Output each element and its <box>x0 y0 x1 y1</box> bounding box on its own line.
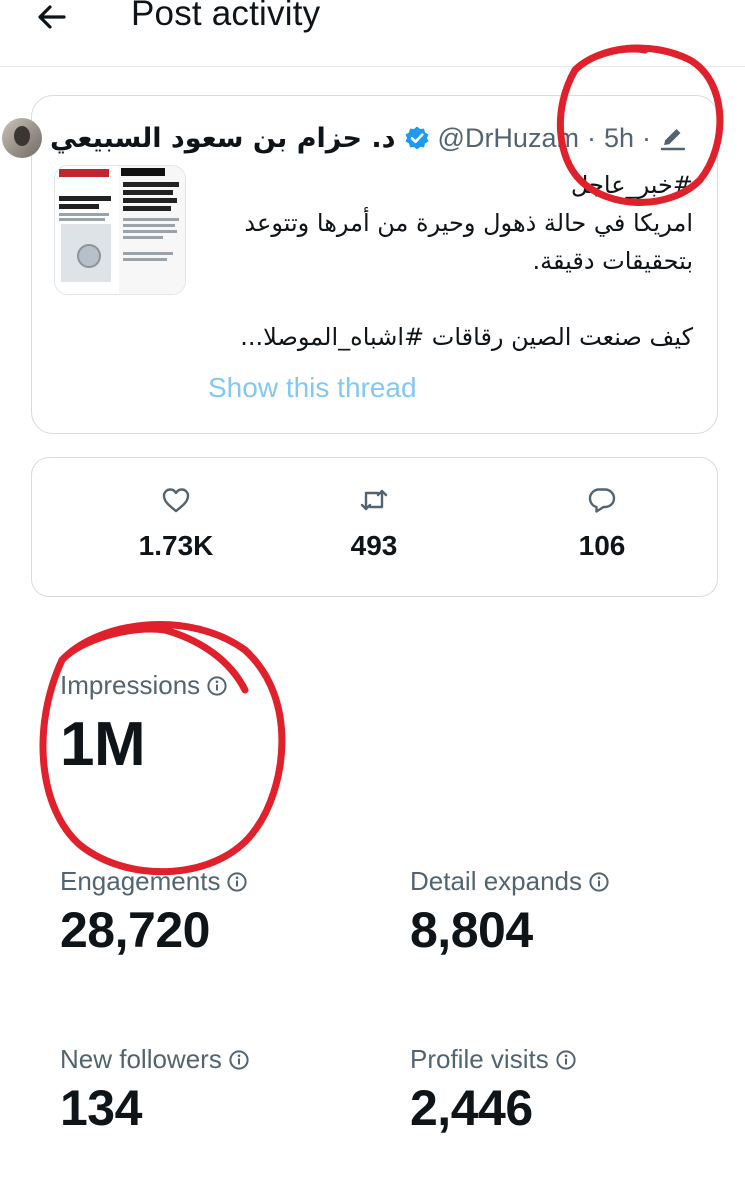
post-separator: · <box>642 122 651 153</box>
new-followers-metric: New followers 134 <box>60 1044 250 1137</box>
post-time: 5h <box>603 122 634 153</box>
info-icon[interactable] <box>588 871 610 893</box>
thumbnail-source-logo <box>121 168 165 176</box>
info-icon[interactable] <box>555 1049 577 1071</box>
profile-visits-value: 2,446 <box>410 1080 533 1136</box>
thumbnail-headline <box>59 196 111 201</box>
thumbnail-text-line <box>123 230 177 233</box>
post-text: #خبر_عاجل امريكا في حالة ذهول وحيرة من أ… <box>193 166 693 356</box>
verified-badge-icon <box>405 126 429 150</box>
heart-icon <box>162 488 190 513</box>
engagements-value: 28,720 <box>60 902 210 958</box>
avatar[interactable] <box>2 118 43 158</box>
page-title: Post activity <box>131 0 321 33</box>
engagements-metric: Engagements 28,720 <box>60 866 248 959</box>
post-line: بتحقيقات دقيقة. <box>532 247 693 275</box>
top-bar: Post activity <box>0 0 745 67</box>
new-followers-value: 134 <box>60 1080 142 1136</box>
info-icon[interactable] <box>228 1049 250 1071</box>
reposts-count: 493 <box>350 530 398 561</box>
thumbnail-text-line <box>123 258 167 261</box>
detail-expands-label-row: Detail expands <box>410 866 610 897</box>
thumbnail-text-line <box>59 218 105 221</box>
info-icon[interactable] <box>206 675 228 697</box>
detail-expands-value: 8,804 <box>410 902 533 958</box>
back-button[interactable] <box>34 0 70 36</box>
thumbnail-text-line <box>123 236 163 239</box>
thumbnail-headline <box>123 182 179 187</box>
info-icon[interactable] <box>226 871 248 893</box>
show-thread-link[interactable]: Show this thread <box>208 372 417 404</box>
thumbnail-headline <box>123 206 171 211</box>
reply-icon <box>588 488 616 513</box>
likes-count: 1.73K <box>138 530 214 561</box>
post-line[interactable]: #خبر_عاجل <box>193 166 693 204</box>
impressions-label: Impressions <box>60 670 201 700</box>
profile-visits-label-row: Profile visits <box>410 1044 577 1075</box>
likes-stat[interactable]: 1.73K <box>96 484 256 562</box>
author-handle[interactable]: @DrHuzam <box>438 123 579 154</box>
arrow-left-icon <box>38 5 66 29</box>
post-author-row: د. حزام بن سعود السبيعي @DrHuzam · 5h · <box>2 118 687 158</box>
thumbnail-text-line <box>59 213 109 216</box>
thumbnail-headline <box>59 204 99 209</box>
thumbnail-camera-lens <box>77 244 101 268</box>
thumbnail-headline <box>123 190 173 195</box>
replies-stat[interactable]: 106 <box>522 484 682 562</box>
post-line-blank <box>193 280 693 318</box>
post-line: امريكا في حالة ذهول وحيرة من أمرها وتتوع… <box>244 209 693 237</box>
new-followers-label-row: New followers <box>60 1044 250 1075</box>
detail-expands-metric: Detail expands 8,804 <box>410 866 610 959</box>
post-preview-card[interactable]: د. حزام بن سعود السبيعي @DrHuzam · 5h · <box>2 95 718 434</box>
edit-pencil-icon[interactable] <box>659 124 687 152</box>
profile-visits-label: Profile visits <box>410 1044 549 1074</box>
profile-visits-metric: Profile visits 2,446 <box>410 1044 577 1137</box>
engagements-label: Engagements <box>60 866 221 896</box>
thumbnail-text-line <box>123 252 173 255</box>
thumbnail-headline <box>123 198 177 203</box>
retweet-icon <box>360 489 388 511</box>
new-followers-label: New followers <box>60 1044 222 1074</box>
reposts-stat[interactable]: 493 <box>294 484 454 562</box>
impressions-label-row: Impressions <box>60 670 228 701</box>
replies-count: 106 <box>578 530 626 561</box>
impressions-metric: Impressions 1M <box>60 670 228 780</box>
post-line: كيف صنعت الصين رقاقات #اشباه_الموصلا... <box>240 323 693 351</box>
thumbnail-text-line <box>123 218 179 221</box>
author-name[interactable]: د. حزام بن سعود السبيعي <box>50 123 396 154</box>
link-thumbnail[interactable] <box>54 165 186 295</box>
engagement-card: 1.73K 493 106 <box>31 457 718 597</box>
thumbnail-text-line <box>123 224 175 227</box>
engagements-label-row: Engagements <box>60 866 248 897</box>
impressions-value: 1M <box>60 710 146 779</box>
thumbnail-site-logo <box>59 169 109 177</box>
detail-expands-label: Detail expands <box>410 866 582 896</box>
post-separator: · <box>586 122 596 153</box>
